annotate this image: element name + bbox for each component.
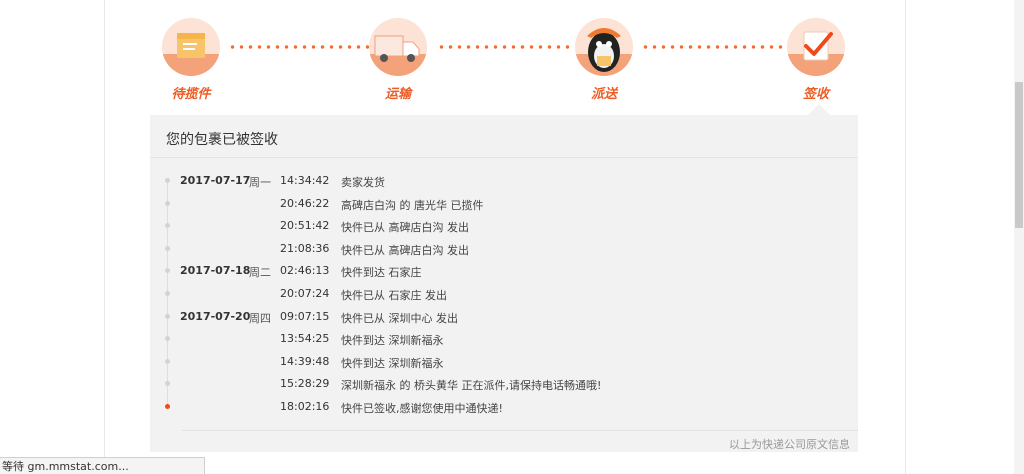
timeline-dot <box>165 313 170 319</box>
event-time: 15:28:29 <box>280 377 330 391</box>
event-time: 20:46:22 <box>280 196 330 210</box>
event-time: 14:39:48 <box>280 354 330 368</box>
package-icon <box>162 18 220 76</box>
step-connector <box>228 45 371 49</box>
step-delivery: 派送 <box>564 18 644 102</box>
courier-icon <box>575 18 633 76</box>
event-description: 快件已从 石家庄 发出 <box>341 289 447 302</box>
event-time: 14:34:42 <box>280 174 330 187</box>
timeline-dot <box>165 200 170 206</box>
event-date: 2017-07-18 <box>180 264 251 278</box>
event-time: 02:46:13 <box>280 264 330 278</box>
event-time: 20:51:42 <box>280 219 330 233</box>
timeline-dot <box>165 381 170 387</box>
event-description: 深圳新福永 的 桥头黄华 正在派件,请保持电话畅通哦! <box>341 379 602 393</box>
page-scrollbar[interactable] <box>1014 0 1024 474</box>
event-description: 快件已从 高碑店白沟 发出 <box>341 243 469 257</box>
browser-status-bar: 等待 gm.mmstat.com... <box>0 457 205 474</box>
panel-divider <box>150 157 858 158</box>
timeline-dot <box>165 223 170 229</box>
step-signed: 签收 <box>776 18 856 102</box>
timeline-dot <box>165 336 170 342</box>
timeline-dot <box>165 178 170 183</box>
step-connector <box>437 45 571 49</box>
step-connector <box>641 45 786 49</box>
event-description: 快件到达 深圳新福永 <box>341 356 444 370</box>
event-time: 13:54:25 <box>280 332 330 346</box>
panel-title: 您的包裹已被签收 <box>166 132 278 148</box>
event-description: 快件已签收,感谢您使用中通快递! <box>341 402 503 415</box>
step-label: 签收 <box>802 87 829 102</box>
panel-pointer <box>808 104 830 115</box>
step-waiting-pickup: 待揽件 <box>151 18 231 102</box>
page-left-border <box>104 0 105 474</box>
event-time: 09:07:15 <box>280 309 330 323</box>
event-description: 快件已从 深圳中心 发出 <box>341 311 458 325</box>
step-label: 运输 <box>384 87 411 102</box>
event-description: 快件到达 深圳新福永 <box>341 334 444 348</box>
event-time: 18:02:16 <box>280 400 330 413</box>
event-weekday: 周二 <box>249 266 271 280</box>
timeline-dot <box>165 291 170 296</box>
step-label: 派送 <box>590 87 617 102</box>
timeline-dot <box>165 404 170 409</box>
event-weekday: 周四 <box>249 311 271 325</box>
timeline-dot <box>165 268 170 274</box>
event-weekday: 周一 <box>249 176 271 189</box>
event-date: 2017-07-17 <box>180 174 251 187</box>
event-description: 快件到达 石家庄 <box>341 266 422 280</box>
timeline-dot <box>165 245 170 251</box>
scrollbar-thumb[interactable] <box>1015 82 1023 228</box>
truck-icon <box>369 18 427 76</box>
event-date: 2017-07-20 <box>180 309 251 323</box>
event-time: 20:07:24 <box>280 287 330 300</box>
event-time: 21:08:36 <box>280 241 330 255</box>
step-label: 待揽件 <box>171 87 211 102</box>
footer-divider <box>182 430 858 431</box>
step-transport: 运输 <box>358 18 438 102</box>
timeline-dot <box>165 358 170 364</box>
source-note: 以上为快递公司原文信息 <box>729 438 850 451</box>
page-right-border <box>905 0 906 474</box>
tracking-panel: 您的包裹已被签收 2017-07-17 周一 14:34:42 卖家发货 20:46:2… <box>150 115 858 452</box>
event-description: 快件已从 高碑店白沟 发出 <box>341 221 469 235</box>
signed-check-icon <box>787 18 845 76</box>
event-description: 卖家发货 <box>341 176 385 189</box>
event-description: 高碑店白沟 的 唐光华 已揽件 <box>341 198 484 212</box>
